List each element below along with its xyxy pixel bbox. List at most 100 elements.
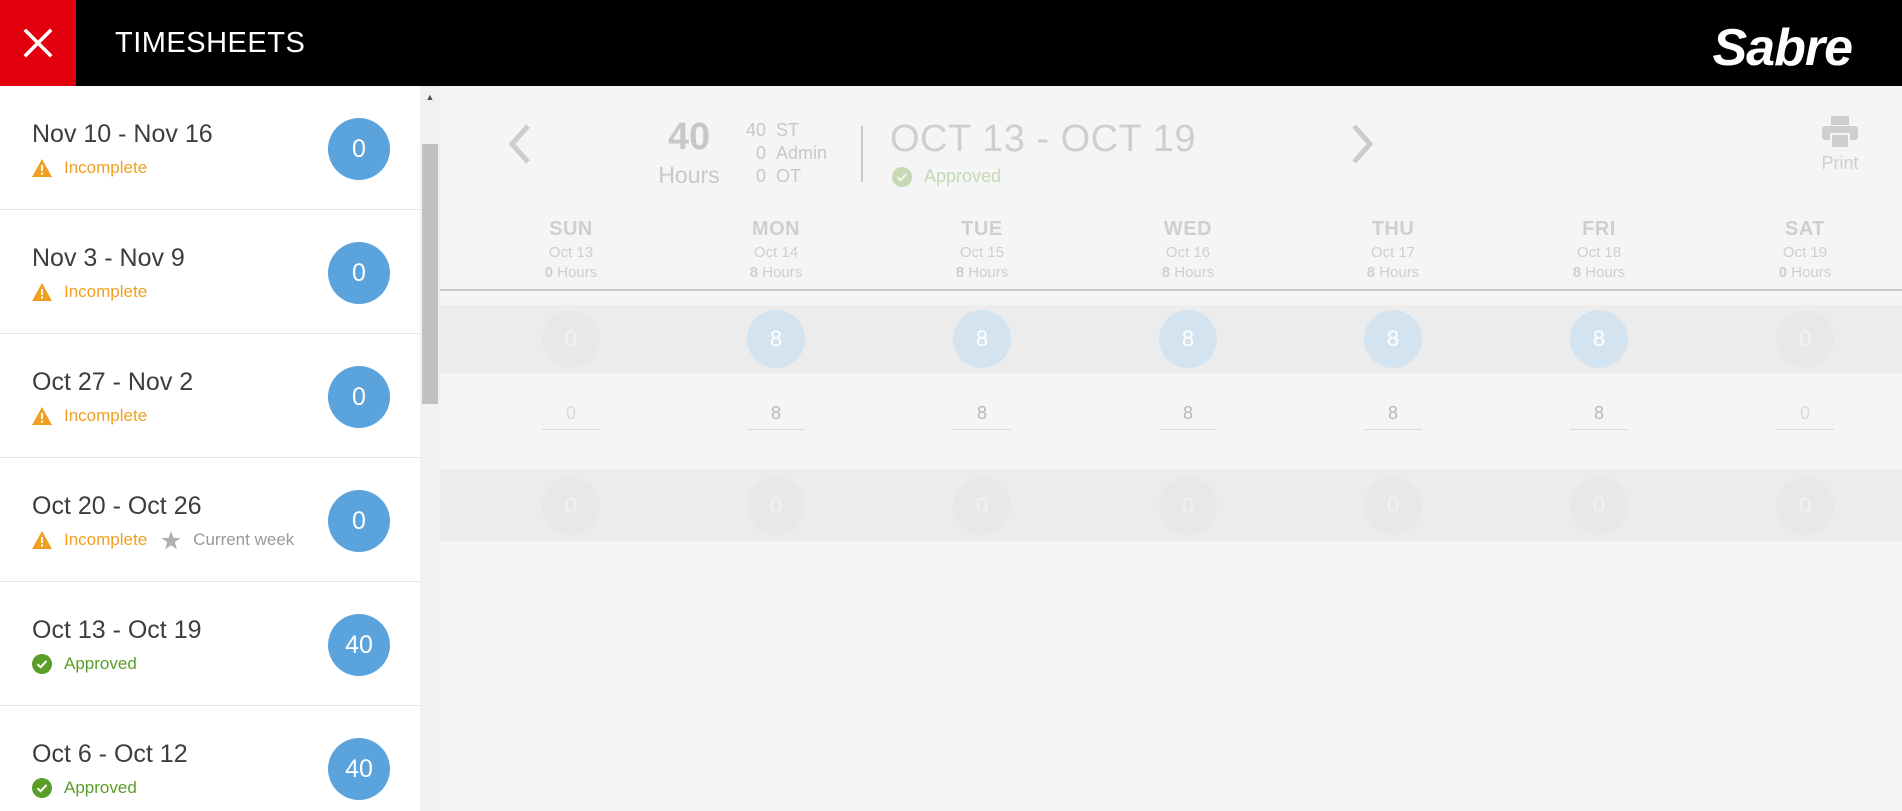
st-value: 40: [745, 120, 766, 140]
day-name: SUN: [549, 218, 593, 240]
sidebar-scrollbar[interactable]: ▲: [420, 86, 440, 811]
chevron-left-icon: [508, 124, 530, 164]
day-hours-value: 8: [955, 264, 965, 281]
week-item[interactable]: Nov 3 - Nov 9 Incomplete 0: [0, 210, 420, 334]
chevron-right-icon: [1352, 124, 1374, 164]
day-date: Oct 18: [1576, 244, 1622, 261]
week-status: Incomplete: [32, 406, 147, 426]
hours-input[interactable]: 8: [747, 396, 805, 430]
hours-breakdown: 40 ST 0 Admin 0 OT: [730, 119, 827, 188]
day-total-circle: 8: [1159, 310, 1217, 368]
previous-week-button[interactable]: [504, 122, 534, 166]
day-header: SUN Oct 13 0 Hours: [486, 218, 656, 281]
day-total-circle: 0: [542, 477, 600, 535]
next-week-button[interactable]: [1348, 122, 1378, 166]
st-label: ST: [776, 120, 800, 140]
day-header: THU Oct 17 8 Hours: [1308, 218, 1478, 281]
week-range: Oct 13 - Oct 19: [32, 616, 202, 644]
hours-input[interactable]: 0: [1776, 396, 1834, 430]
week-range: Oct 27 - Nov 2: [32, 368, 194, 396]
week-item[interactable]: Oct 13 - Oct 19 Approved 40: [0, 582, 420, 706]
week-status: Incomplete Current week: [32, 530, 294, 550]
ot-value: 0: [755, 166, 766, 186]
status-label: Approved: [64, 778, 137, 797]
total-hours: 40: [667, 116, 711, 158]
hours-badge: 0: [328, 118, 390, 180]
day-total-circle: 0: [1159, 477, 1217, 535]
status-label: Incomplete: [64, 158, 148, 177]
hours-badge: 0: [328, 490, 390, 552]
status-label: Approved: [64, 654, 137, 673]
day-name: THU: [1371, 218, 1415, 240]
day-hours-label: Hours: [1379, 264, 1420, 281]
day-name: FRI: [1582, 218, 1616, 240]
divider: [861, 126, 863, 182]
hours-badge: 40: [328, 738, 390, 800]
day-total-circle: 0: [1364, 477, 1422, 535]
week-range: Oct 6 - Oct 12: [32, 740, 188, 768]
day-header: TUE Oct 15 8 Hours: [897, 218, 1067, 281]
hours-input[interactable]: 8: [1159, 396, 1217, 430]
print-button[interactable]: Print: [1814, 116, 1866, 174]
week-status: Approved: [892, 166, 1001, 187]
day-name: TUE: [961, 218, 1003, 240]
day-hours: 8 Hours: [1514, 264, 1684, 281]
day-hours-value: 8: [1572, 264, 1582, 281]
status-label: Incomplete: [64, 530, 148, 549]
scroll-up-arrow-icon[interactable]: ▲: [420, 86, 440, 108]
day-total-circle: 0: [1776, 310, 1834, 368]
warning-icon: [32, 282, 52, 302]
hours-input[interactable]: 8: [1364, 396, 1422, 430]
scroll-thumb[interactable]: [422, 144, 438, 404]
hours-input[interactable]: 8: [953, 396, 1011, 430]
week-item[interactable]: Nov 10 - Nov 16 Incomplete 0: [0, 86, 420, 210]
admin-label: Admin: [776, 143, 828, 163]
sabre-logo: Sabre: [1712, 19, 1853, 77]
close-button[interactable]: [0, 0, 76, 86]
print-label: Print: [1821, 153, 1859, 173]
day-hours-label: Hours: [557, 264, 598, 281]
status-label: Incomplete: [64, 282, 148, 301]
day-total-circle: 0: [1570, 477, 1628, 535]
day-hours: 8 Hours: [1308, 264, 1478, 281]
day-header: MON Oct 14 8 Hours: [691, 218, 861, 281]
week-range: Nov 3 - Nov 9: [32, 244, 185, 272]
day-date: Oct 14: [753, 244, 799, 261]
day-header: FRI Oct 18 8 Hours: [1514, 218, 1684, 281]
day-total-circle: 8: [1570, 310, 1628, 368]
day-hours-label: Hours: [968, 264, 1009, 281]
check-circle-icon: [32, 778, 52, 798]
hours-badge: 0: [328, 366, 390, 428]
warning-icon: [32, 530, 52, 550]
week-list: Nov 10 - Nov 16 Incomplete 0 Nov 3 - Nov…: [0, 86, 420, 811]
week-status: Approved: [32, 778, 137, 798]
day-total-circle: 8: [747, 310, 805, 368]
header-divider: [440, 289, 1902, 291]
week-status: Approved: [32, 654, 137, 674]
week-item[interactable]: Oct 27 - Nov 2 Incomplete 0: [0, 334, 420, 458]
day-date: Oct 16: [1165, 244, 1211, 261]
day-hours: 8 Hours: [897, 264, 1067, 281]
day-date: Oct 17: [1370, 244, 1416, 261]
star-icon: [161, 530, 181, 550]
check-circle-icon: [892, 166, 912, 187]
week-item[interactable]: Oct 20 - Oct 26 Incomplete Current week …: [0, 458, 420, 582]
hours-input[interactable]: 0: [542, 396, 600, 430]
day-total-circle: 0: [542, 310, 600, 368]
page-title: TIMESHEETS: [115, 27, 306, 59]
day-total-circle: 8: [1364, 310, 1422, 368]
week-range: Nov 10 - Nov 16: [32, 120, 213, 148]
hours-badge: 40: [328, 614, 390, 676]
day-hours-value: 8: [749, 264, 759, 281]
day-hours-value: 8: [1161, 264, 1171, 281]
week-item[interactable]: Oct 6 - Oct 12 Approved 40: [0, 706, 420, 811]
status-label: Incomplete: [64, 406, 148, 425]
hours-input[interactable]: 8: [1570, 396, 1628, 430]
close-icon: [23, 28, 53, 58]
ot-label: OT: [776, 166, 801, 186]
day-total-circle: 0: [1776, 477, 1834, 535]
day-hours-label: Hours: [1585, 264, 1626, 281]
day-name: MON: [751, 218, 801, 240]
week-range: Oct 20 - Oct 26: [32, 492, 202, 520]
admin-value: 0: [755, 143, 766, 163]
